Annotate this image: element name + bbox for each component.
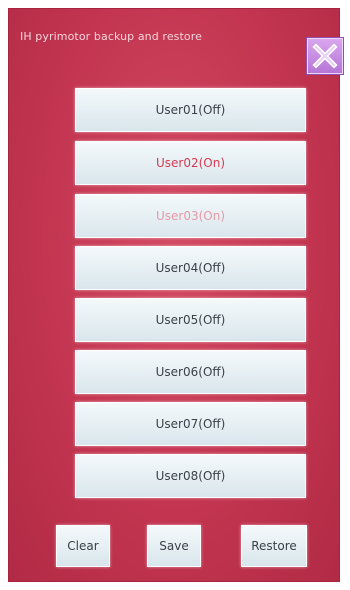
restore-button[interactable]: Restore (241, 525, 307, 567)
user08-button[interactable]: User08(Off) (75, 454, 306, 498)
user04-button[interactable]: User04(Off) (75, 246, 306, 290)
user03-button[interactable]: User03(On) (75, 194, 306, 238)
user08-label: User08(Off) (155, 469, 226, 483)
user05-label: User05(Off) (155, 313, 226, 327)
clear-label: Clear (67, 539, 99, 553)
user05-button[interactable]: User05(Off) (75, 298, 306, 342)
save-label: Save (159, 539, 189, 553)
close-icon (312, 43, 338, 69)
user03-label: User03(On) (155, 209, 226, 223)
save-button[interactable]: Save (147, 525, 201, 567)
user06-button[interactable]: User06(Off) (75, 350, 306, 394)
close-button[interactable] (307, 38, 343, 74)
window-title: IH pyrimotor backup and restore (20, 30, 203, 43)
user07-label: User07(Off) (155, 417, 226, 431)
user01-label: User01(Off) (155, 103, 226, 117)
user06-label: User06(Off) (155, 365, 226, 379)
restore-label: Restore (251, 539, 297, 553)
user02-button[interactable]: User02(On) (75, 141, 306, 185)
user07-button[interactable]: User07(Off) (75, 402, 306, 446)
backup-restore-panel: IH pyrimotor backup and restore User01(O… (8, 8, 343, 582)
clear-button[interactable]: Clear (56, 525, 110, 567)
user02-label: User02(On) (155, 156, 226, 170)
user01-button[interactable]: User01(Off) (75, 88, 306, 132)
user04-label: User04(Off) (155, 261, 226, 275)
